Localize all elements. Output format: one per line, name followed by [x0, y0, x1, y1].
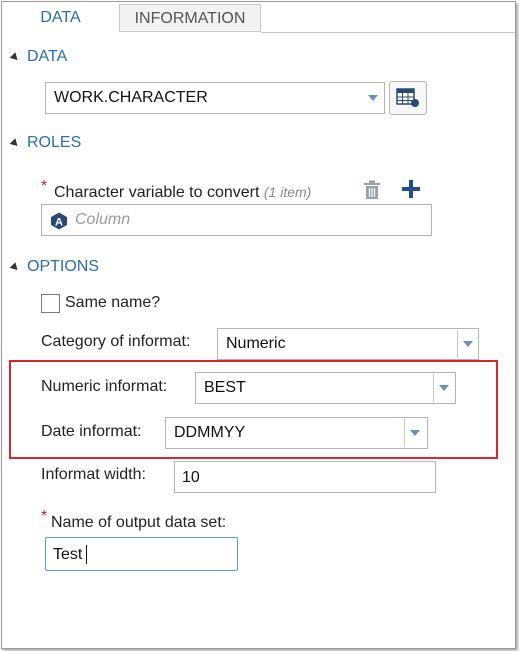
output-dataset-value: Test: [53, 546, 83, 563]
informat-width-input[interactable]: 10: [174, 461, 436, 493]
char-var-label: Character variable to convert (1 item): [54, 184, 311, 202]
date-informat-value: DDMMYY: [174, 424, 246, 441]
section-header-roles[interactable]: ROLES: [27, 134, 81, 152]
tab-data[interactable]: DATA: [2, 4, 120, 32]
char-var-count: (1 item): [263, 184, 312, 200]
task-panel: DATA INFORMATION DATA WORK.CHARACTER ROL…: [1, 1, 516, 649]
required-marker: *: [41, 508, 48, 525]
numeric-informat-value: BEST: [204, 379, 246, 396]
numeric-informat-label: Numeric informat:: [41, 378, 168, 395]
character-column-icon: A: [51, 212, 67, 230]
char-var-label-text: Character variable to convert: [54, 184, 260, 201]
category-value: Numeric: [226, 335, 286, 352]
collapse-triangle-icon[interactable]: [9, 262, 21, 273]
tab-information[interactable]: INFORMATION: [120, 4, 261, 32]
required-marker: *: [41, 178, 48, 195]
category-select[interactable]: Numeric: [217, 328, 479, 360]
date-informat-label: Date informat:: [41, 423, 142, 440]
output-label: Name of output data set:: [51, 514, 227, 531]
dataset-select[interactable]: WORK.CHARACTER: [45, 82, 385, 114]
same-name-label: Same name?: [65, 294, 161, 311]
select-divider: [404, 419, 405, 447]
output-dataset-input[interactable]: Test: [45, 537, 238, 571]
section-header-options[interactable]: OPTIONS: [27, 258, 99, 276]
svg-text:A: A: [55, 217, 63, 229]
tab-divider: [261, 32, 515, 33]
add-icon[interactable]: [402, 180, 420, 198]
collapse-triangle-icon[interactable]: [9, 52, 21, 63]
chevron-down-icon: [463, 341, 473, 347]
text-cursor: [86, 545, 87, 564]
select-divider: [457, 330, 458, 358]
chevron-down-icon: [410, 430, 420, 436]
chevron-down-icon: [439, 385, 449, 391]
column-placeholder: Column: [75, 211, 131, 228]
collapse-triangle-icon[interactable]: [9, 138, 21, 149]
informat-width-value: 10: [182, 469, 200, 486]
informat-width-label: Informat width:: [41, 466, 146, 483]
category-label: Category of informat:: [41, 333, 191, 350]
select-divider: [433, 374, 434, 402]
column-dropzone[interactable]: A Column: [41, 204, 432, 236]
table-icon: [396, 88, 419, 107]
chevron-down-icon: [368, 95, 378, 101]
dataset-value: WORK.CHARACTER: [54, 89, 208, 106]
date-informat-select[interactable]: DDMMYY: [165, 417, 428, 449]
same-name-checkbox[interactable]: [41, 294, 60, 313]
select-table-button[interactable]: [389, 81, 427, 115]
numeric-informat-select[interactable]: BEST: [195, 372, 456, 404]
section-header-data[interactable]: DATA: [27, 48, 67, 66]
trash-icon[interactable]: [363, 180, 381, 200]
